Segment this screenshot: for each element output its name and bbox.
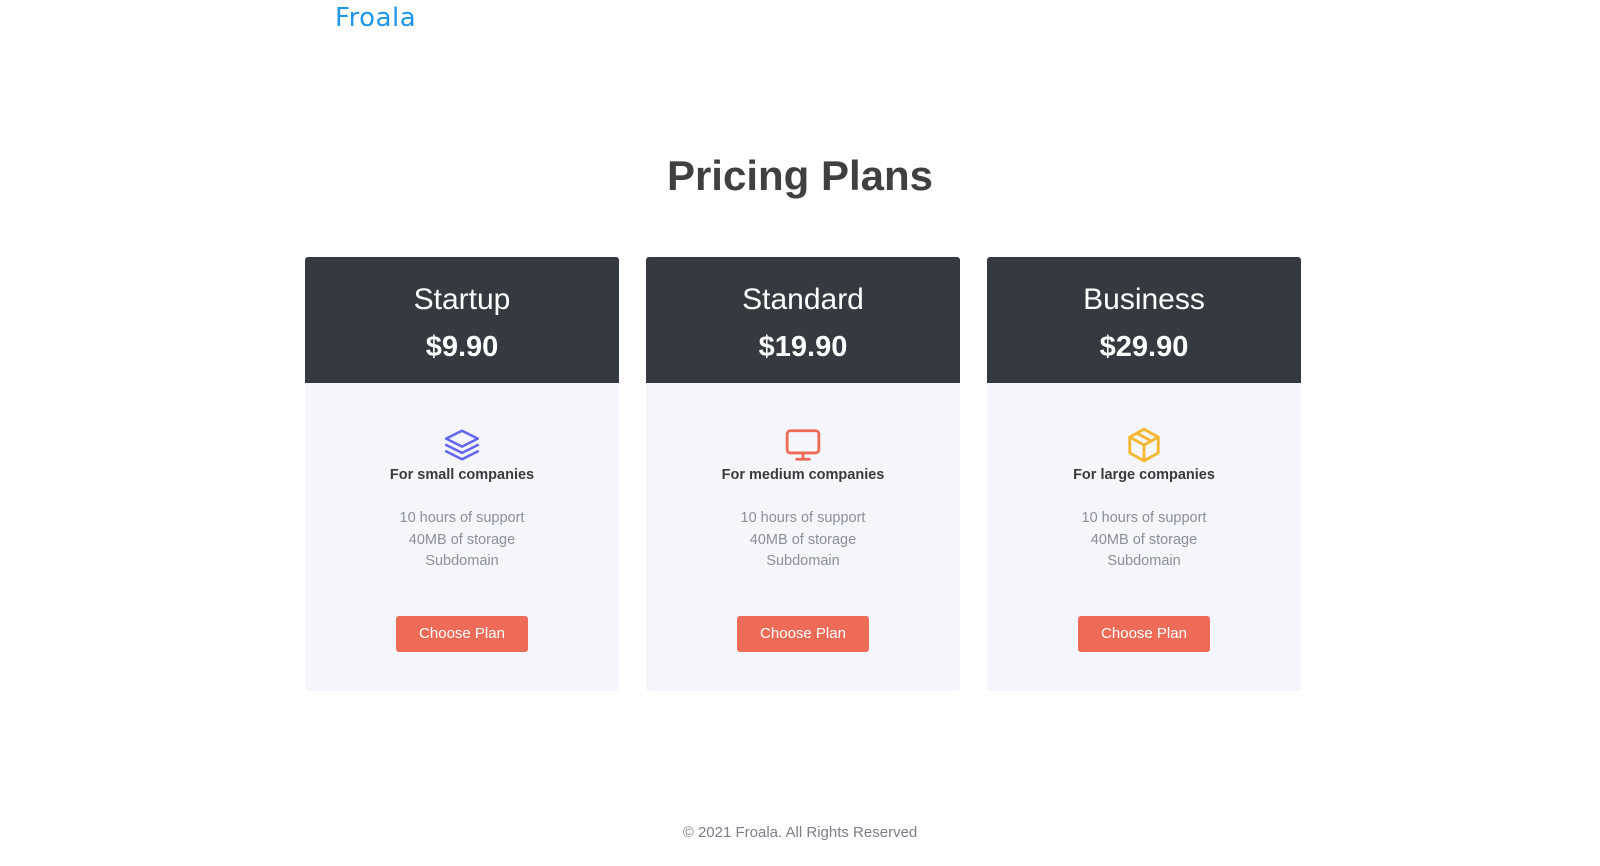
plan-header: Startup $9.90 — [305, 257, 619, 383]
page-title: Pricing Plans — [666, 152, 934, 199]
feature-subdomain: Subdomain — [425, 553, 499, 569]
feature-subdomain: Subdomain — [766, 553, 840, 569]
choose-plan-button-standard[interactable]: Choose Plan — [737, 615, 869, 652]
plan-audience: For large companies — [1073, 467, 1215, 483]
choose-plan-button-startup[interactable]: Choose Plan — [396, 615, 528, 652]
plan-card-standard: Standard $19.90 For medium companies 10 … — [646, 257, 960, 691]
feature-support: 10 hours of support — [399, 510, 525, 526]
plan-audience: For medium companies — [721, 467, 885, 483]
plan-audience: For small companies — [389, 467, 535, 483]
plan-name: Startup — [413, 283, 511, 316]
pricing-plans: Startup $9.90 For small companies 10 hou… — [305, 257, 1301, 691]
plan-features: 10 hours of support 40MB of storage Subd… — [305, 508, 619, 573]
plan-body: For small companies 10 hours of support … — [305, 383, 619, 652]
feature-storage: 40MB of storage — [749, 531, 857, 548]
plan-card-startup: Startup $9.90 For small companies 10 hou… — [305, 257, 619, 691]
plan-card-business: Business $29.90 For large companies 10 h… — [987, 257, 1301, 691]
plan-features: 10 hours of support 40MB of storage Subd… — [987, 508, 1301, 573]
plan-price: $19.90 — [758, 331, 848, 363]
plan-features: 10 hours of support 40MB of storage Subd… — [646, 508, 960, 573]
feature-support: 10 hours of support — [740, 510, 866, 526]
monitor-icon — [784, 426, 822, 464]
box-icon — [1125, 426, 1163, 464]
plan-body: For medium companies 10 hours of support… — [646, 383, 960, 652]
feature-storage: 40MB of storage — [408, 531, 516, 548]
plan-body: For large companies 10 hours of support … — [987, 383, 1301, 652]
plan-name: Standard — [742, 283, 864, 316]
feature-support: 10 hours of support — [1081, 510, 1207, 526]
feature-storage: 40MB of storage — [1090, 531, 1198, 548]
plan-header: Business $29.90 — [987, 257, 1301, 383]
footer-copyright: © 2021 Froala. All Rights Reserved — [682, 824, 918, 841]
plan-header: Standard $19.90 — [646, 257, 960, 383]
choose-plan-button-business[interactable]: Choose Plan — [1078, 615, 1210, 652]
plan-price: $9.90 — [425, 331, 499, 363]
pricing-page: Froala Pricing Plans Startup $9.90 For s… — [0, 0, 1600, 866]
plan-price: $29.90 — [1099, 331, 1189, 363]
feature-subdomain: Subdomain — [1107, 553, 1181, 569]
plan-name: Business — [1083, 283, 1205, 316]
froala-logo[interactable]: Froala — [335, 3, 416, 33]
layers-icon — [443, 426, 481, 464]
